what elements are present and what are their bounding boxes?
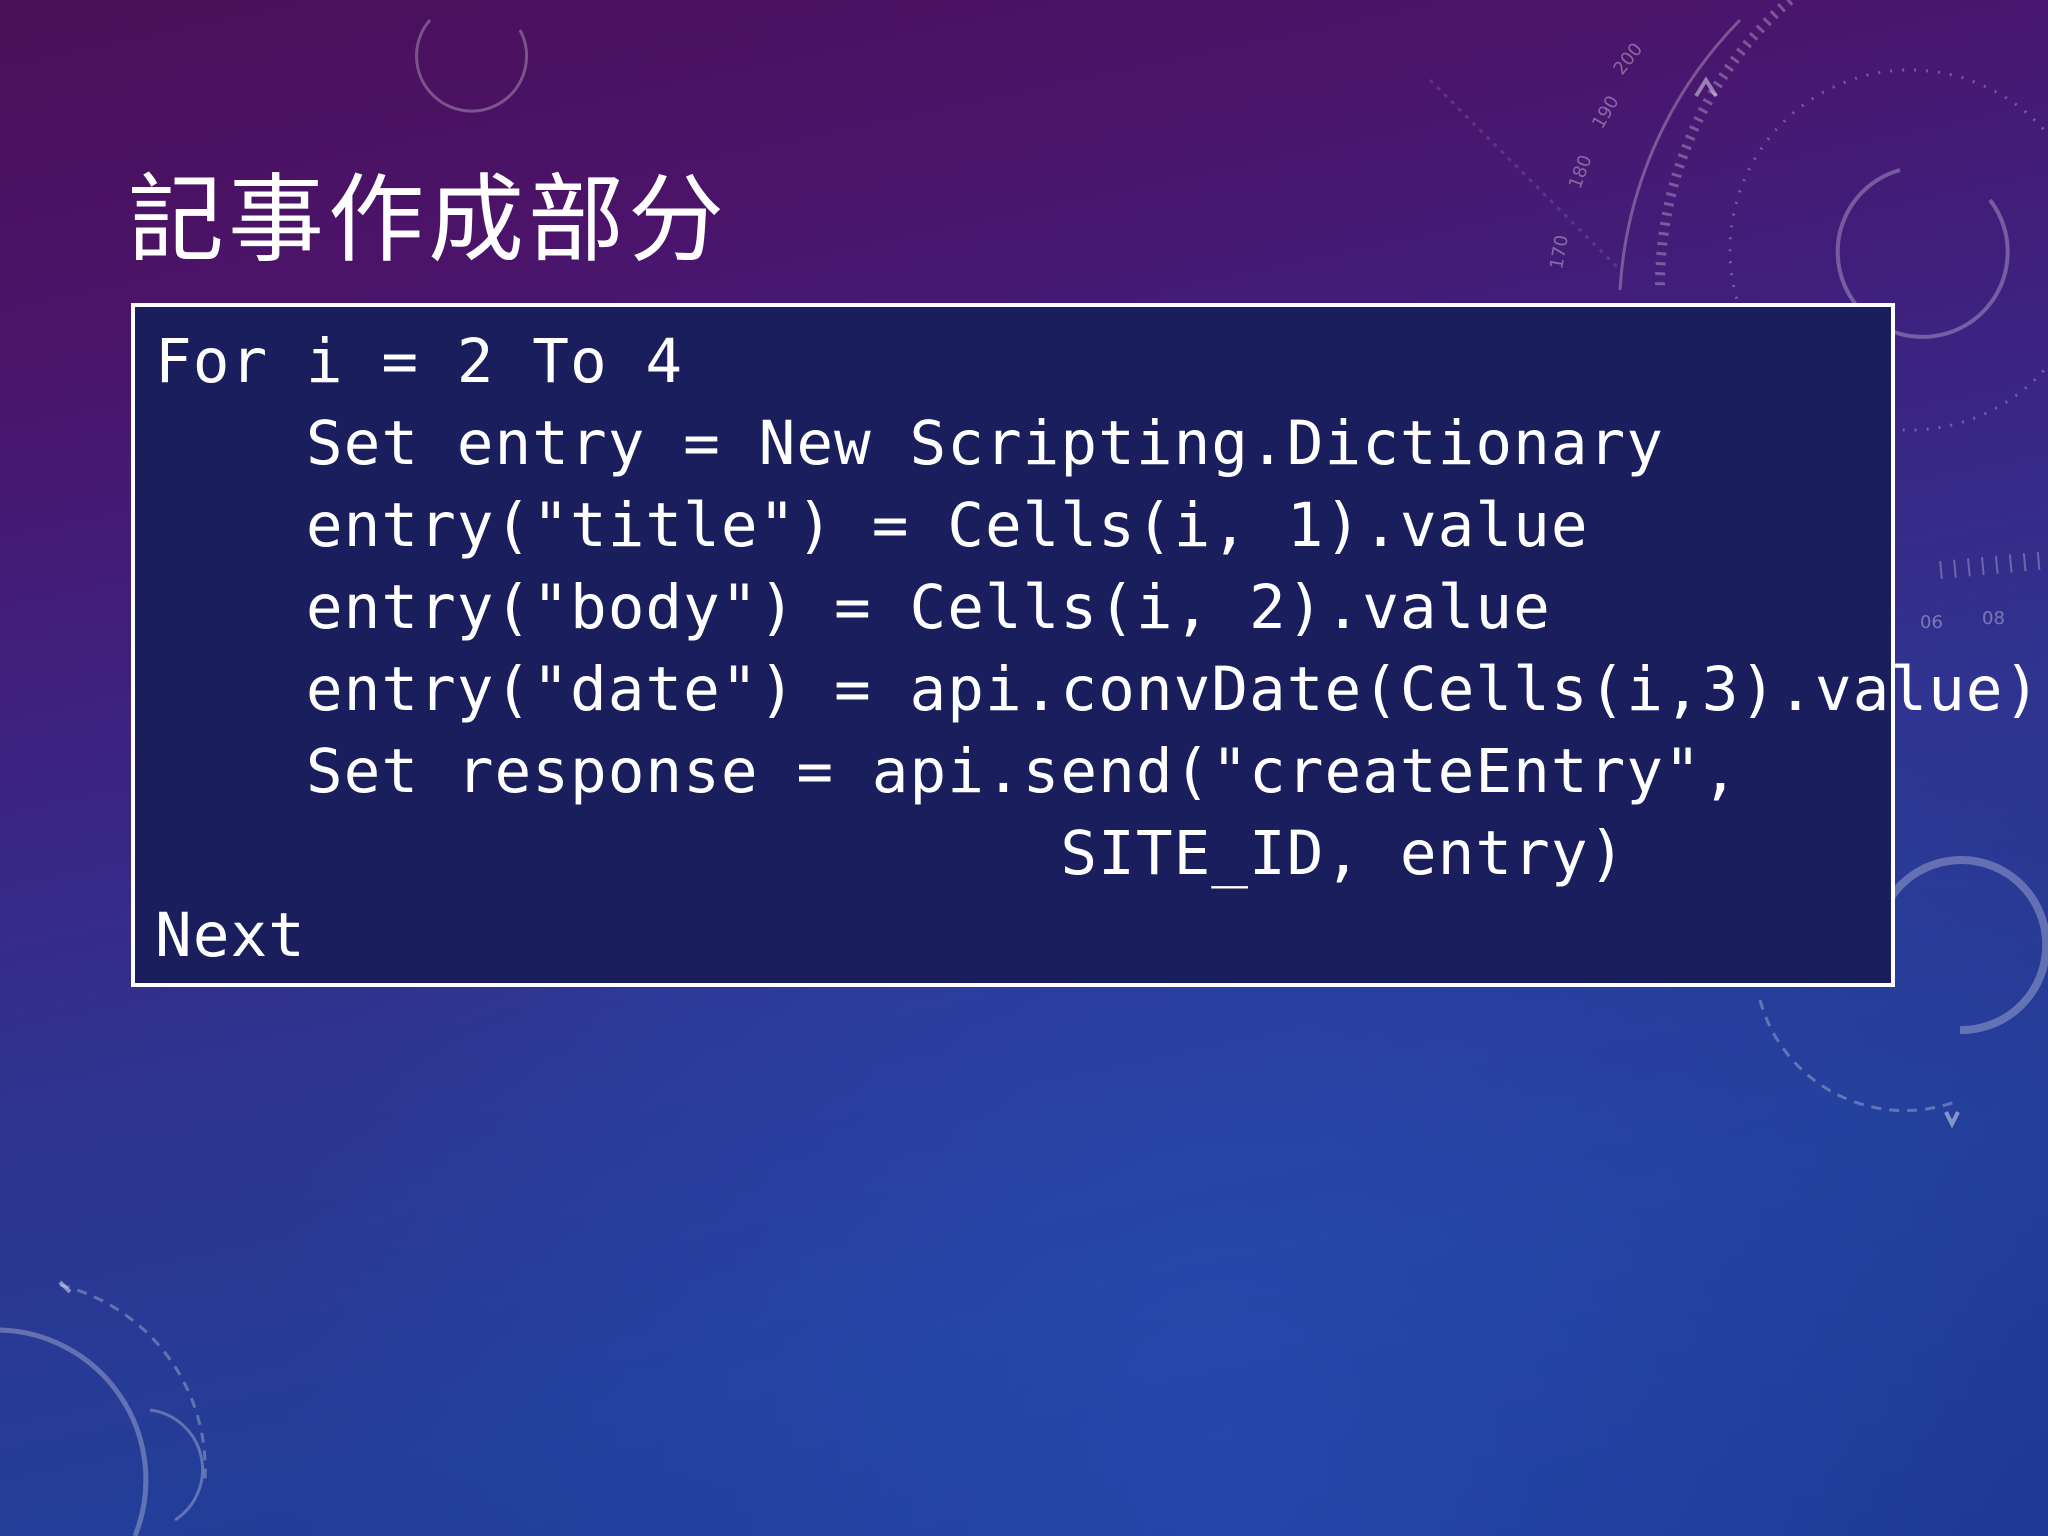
dial-label: 06 bbox=[1920, 612, 1943, 633]
code-line: entry("date") = api.convDate(Cells(i,3).… bbox=[155, 654, 2042, 725]
slide: 170 180 190 200 06 08 記事作成部分 For i = 2 T… bbox=[0, 0, 2048, 1536]
decor-arc-ring-dashed bbox=[1758, 999, 1961, 1113]
dial-label: 200 bbox=[1609, 39, 1647, 79]
decor-arc-bottom-left-small bbox=[149, 1408, 204, 1522]
decor-arc-bottom-left-dashed bbox=[59, 1283, 207, 1481]
dial-label: 08 bbox=[1982, 608, 2005, 629]
dial-label: 170 bbox=[1546, 233, 1573, 270]
code-line: Set entry = New Scripting.Dictionary bbox=[155, 408, 1665, 479]
caret-down-icon bbox=[1944, 1111, 1960, 1129]
code-line: SITE_ID, entry) bbox=[155, 818, 1627, 889]
decor-tick-strip bbox=[1939, 551, 2048, 579]
decor-arc-dial-ticks bbox=[1654, 0, 1794, 291]
code-line: Set response = api.send("createEntry", bbox=[155, 736, 1740, 807]
decor-arc-bottom-left bbox=[0, 1327, 149, 1536]
slide-title: 記事作成部分 bbox=[128, 164, 728, 276]
caret-up-icon bbox=[1694, 76, 1718, 98]
decor-arc-top-left bbox=[415, 19, 528, 113]
decor-arc-ring-right bbox=[1876, 856, 2048, 1035]
code-line: entry("body") = Cells(i, 2).value bbox=[155, 572, 1551, 643]
code-line: Next bbox=[155, 900, 306, 971]
dial-label: 190 bbox=[1588, 92, 1623, 132]
code-line: For i = 2 To 4 bbox=[155, 326, 684, 397]
code-line: entry("title") = Cells(i, 1).value bbox=[155, 490, 1589, 561]
code-block: For i = 2 To 4 Set entry = New Scripting… bbox=[131, 303, 2042, 987]
dial-label: 180 bbox=[1565, 152, 1596, 191]
